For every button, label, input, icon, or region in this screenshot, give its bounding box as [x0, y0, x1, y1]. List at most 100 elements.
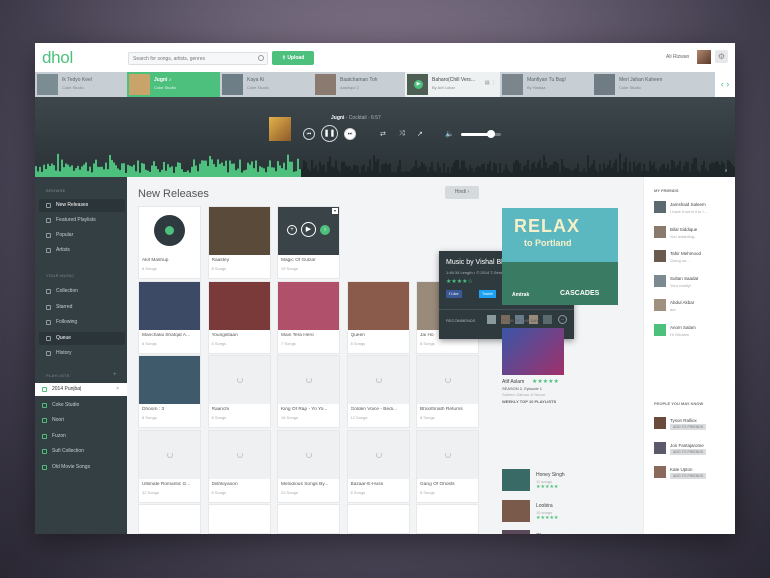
- album-art[interactable]: [347, 356, 409, 404]
- recommender-avatar[interactable]: [487, 315, 496, 324]
- sidebar-item-music[interactable]: History: [39, 347, 125, 360]
- search-input[interactable]: [129, 53, 249, 64]
- album-card[interactable]: Golden Voice - Bedi... 12 Songs: [346, 355, 410, 428]
- queue-item[interactable]: Meri Jahan Kaheen Coke Studio: [592, 72, 682, 97]
- album-card[interactable]: Gang Of Ghosts 8 Songs: [416, 429, 479, 503]
- user-name[interactable]: Ali Rizwan: [666, 54, 689, 60]
- friend-item[interactable]: Sultan Saadat Your reality!: [654, 274, 734, 295]
- advertisement-banner[interactable]: RELAX to Portland Amtrak CASCADES: [502, 208, 618, 305]
- album-card[interactable]: [416, 504, 479, 534]
- play-icon[interactable]: ▶: [414, 80, 423, 89]
- album-card[interactable]: King Of Rap - Yo Yo... 16 Songs: [277, 355, 340, 428]
- search-icon[interactable]: [258, 55, 264, 61]
- album-art[interactable]: [208, 430, 270, 479]
- weekly-playlist-item[interactable]: Ghagra12 songs★★★★★: [502, 530, 618, 534]
- album-art[interactable]: [139, 430, 200, 479]
- queue-item[interactable]: Ik Tedyo Keel Coke Studio: [35, 72, 127, 97]
- close-icon[interactable]: ×: [116, 383, 119, 396]
- album-card[interactable]: Raanchi 8 Songs: [207, 355, 271, 428]
- album-art[interactable]: [347, 281, 409, 330]
- album-card[interactable]: Main Tera Hero 7 Songs: [277, 280, 340, 354]
- info-icon[interactable]: i: [320, 225, 330, 235]
- album-art[interactable]: [278, 356, 339, 404]
- album-card[interactable]: [277, 504, 340, 534]
- friend-item[interactable]: Bilal Siddique You ledanting...: [654, 225, 734, 246]
- user-avatar[interactable]: [697, 50, 711, 64]
- friend-item[interactable]: Anom Salam Hi Ghulam: [654, 323, 734, 344]
- album-card[interactable]: Akif Mashup 8 Songs: [138, 206, 201, 279]
- queue-arrows[interactable]: ‹ ›: [715, 72, 735, 97]
- friend-item[interactable]: Jamshaid Saleem I have it send it to I...: [654, 201, 734, 221]
- add-icon[interactable]: +: [287, 225, 297, 235]
- album-art[interactable]: [417, 356, 478, 404]
- album-card[interactable]: Bazaar-E-Husn 8 Songs: [346, 429, 410, 503]
- album-card[interactable]: [138, 504, 201, 534]
- recommender-avatar[interactable]: [543, 315, 552, 324]
- play-icon[interactable]: ▶: [301, 222, 316, 237]
- add-friend-button[interactable]: ADD TO FRIENDS: [670, 448, 707, 455]
- song-of-the-day-art[interactable]: [502, 328, 564, 375]
- album-art[interactable]: [139, 356, 200, 404]
- queue-item[interactable]: ▶ Baharo(Chill Vers... By Arif Lohar ▤ ⋮: [405, 72, 500, 97]
- add-friend-button[interactable]: ADD TO FRIENDS: [670, 424, 707, 430]
- more-icon[interactable]: ···: [558, 315, 567, 324]
- gear-icon[interactable]: ⚙: [715, 50, 728, 63]
- album-card[interactable]: Raastey 8 Songs: [207, 206, 271, 279]
- album-card[interactable]: [207, 504, 271, 534]
- add-friend-button[interactable]: ADD TO FRIENDS: [670, 473, 707, 479]
- sidebar-item-music[interactable]: Collection: [39, 285, 125, 298]
- album-card[interactable]: Youngistaan 6 Songs: [207, 280, 271, 354]
- album-card[interactable]: Queen 8 Songs: [346, 280, 410, 354]
- weekly-playlist-item[interactable]: Loobira 10 songs ★★★★★: [502, 499, 618, 524]
- upload-button[interactable]: ⇧ Upload: [272, 51, 314, 65]
- album-card[interactable]: Manchalai Shafqat A... 8 Songs: [138, 280, 201, 354]
- sidebar-item-browse[interactable]: Featured Playlists: [39, 214, 125, 227]
- sotd-rating[interactable]: ★★★★★: [532, 378, 559, 385]
- album-card[interactable]: Dishkiyaoon 6 Songs: [207, 429, 271, 503]
- queue-item[interactable]: Jugni ♪ Coke Studio: [127, 72, 220, 97]
- album-card[interactable]: [346, 504, 410, 534]
- sidebar-item-browse[interactable]: Artists: [39, 244, 125, 257]
- facebook-like-button[interactable]: f Like: [446, 290, 462, 298]
- sidebar-item-playlist[interactable]: Fuzon: [35, 430, 127, 443]
- album-card[interactable]: Melodious Songs By... 23 Songs: [277, 429, 340, 503]
- album-art[interactable]: [278, 430, 339, 479]
- sidebar-item-playlist[interactable]: Coke Studio: [35, 399, 127, 412]
- queue-item[interactable]: Kaya Ki Coke Studio: [220, 72, 313, 97]
- album-card[interactable]: + ▶ i ▾ Magic Of Gulzar 19 Songs: [277, 206, 340, 279]
- suggested-person[interactable]: Tyson Ralliox ADD TO FRIENDS: [654, 417, 734, 437]
- suggested-person[interactable]: Kate Upton ADD TO FRIENDS: [654, 466, 734, 486]
- friend-item[interactable]: Tahir Mehmood Going on...: [654, 250, 734, 270]
- sidebar-item-browse[interactable]: Popular: [39, 229, 125, 242]
- queue-item-options-icon[interactable]: ▤ ⋮: [485, 80, 496, 86]
- tweet-button[interactable]: Tweet: [479, 290, 496, 298]
- sotd-artist[interactable]: Atif Aslam: [502, 379, 524, 385]
- album-art[interactable]: [208, 356, 270, 404]
- search-bar[interactable]: [128, 52, 268, 65]
- album-art[interactable]: [139, 207, 200, 255]
- queue-item[interactable]: Manfiyan Tu Bag! By Hadiqa: [500, 72, 592, 97]
- album-art[interactable]: [139, 281, 200, 330]
- album-art[interactable]: + ▶ i ▾: [278, 207, 339, 255]
- album-art[interactable]: [417, 430, 478, 479]
- album-art[interactable]: [208, 281, 270, 330]
- sidebar-item-playlist[interactable]: Old Movie Songs: [35, 461, 127, 474]
- album-art[interactable]: [208, 207, 270, 255]
- friend-item[interactable]: Abdul Akbar are: [654, 299, 734, 319]
- sidebar-item-music[interactable]: Starred: [39, 301, 125, 314]
- album-card[interactable]: Bhoothnath Returns 8 Songs: [416, 355, 479, 428]
- album-art[interactable]: [347, 430, 409, 479]
- weekly-playlist-item[interactable]: Honey Singh 11 songs ★★★★★: [502, 469, 618, 493]
- waveform[interactable]: [35, 97, 735, 177]
- sidebar-item-browse[interactable]: New Releases: [39, 199, 125, 212]
- album-card[interactable]: Dhoom : 3 8 Songs: [138, 355, 201, 428]
- add-playlist-icon[interactable]: +: [113, 372, 117, 378]
- language-filter-dropdown[interactable]: Hindi ›: [445, 186, 479, 199]
- sidebar-item-playlist[interactable]: Sufi Collection: [35, 445, 127, 458]
- queue-item[interactable]: Baatchaman Toh Aashiqui 2: [313, 72, 405, 97]
- suggested-person[interactable]: Jon Fantajarome ADD TO FRIENDS: [654, 441, 734, 462]
- album-card[interactable]: Ultimate Romantic G... 32 Songs: [138, 429, 201, 503]
- sidebar-item-playlist[interactable]: 2014 Punjba| ×: [35, 383, 127, 396]
- sidebar-item-music[interactable]: Following: [39, 316, 125, 329]
- menu-icon[interactable]: ▾: [332, 208, 338, 214]
